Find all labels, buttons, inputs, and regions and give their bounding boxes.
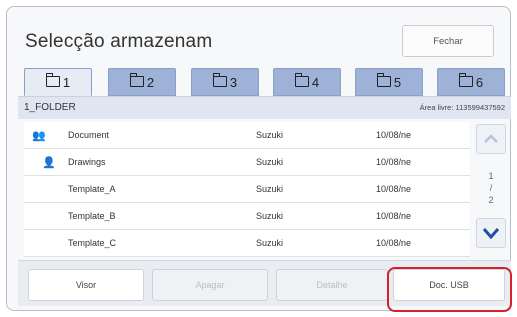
table-row[interactable]: Template_A Suzuki 10/08/ne bbox=[24, 176, 470, 203]
detail-button[interactable]: Detalhe bbox=[276, 269, 388, 301]
table-row[interactable]: Template_B Suzuki 10/08/ne bbox=[24, 203, 470, 230]
folder-info-bar: 1_FOLDER Área livre: 113599437592 bbox=[18, 96, 511, 119]
view-button[interactable]: Visor bbox=[28, 269, 144, 301]
highlight-box bbox=[387, 267, 512, 312]
tab-folder-6[interactable]: 6 bbox=[437, 68, 505, 96]
tab-label: 5 bbox=[393, 74, 402, 90]
file-date: 10/08/ne bbox=[376, 238, 412, 248]
table-row[interactable]: 👥 Document Suzuki 10/08/ne bbox=[24, 122, 470, 149]
folder-icon bbox=[129, 72, 144, 87]
erase-button[interactable]: Apagar bbox=[152, 269, 268, 301]
folder-tabs: 1 2 3 4 5 6 bbox=[24, 68, 508, 96]
table-row[interactable]: 👤 Drawings Suzuki 10/08/ne bbox=[24, 149, 470, 176]
user-icon: 👤 bbox=[42, 157, 56, 169]
file-date: 10/08/ne bbox=[376, 157, 412, 167]
tab-folder-2[interactable]: 2 bbox=[108, 68, 176, 96]
file-owner: Suzuki bbox=[256, 184, 284, 194]
file-name: Template_A bbox=[68, 184, 116, 194]
close-button[interactable]: Fechar bbox=[402, 25, 494, 57]
page-separator: / bbox=[489, 183, 493, 193]
scroll-up-button[interactable] bbox=[476, 124, 506, 154]
file-owner: Suzuki bbox=[256, 157, 284, 167]
tab-folder-5[interactable]: 5 bbox=[355, 68, 423, 96]
tab-folder-1[interactable]: 1 bbox=[24, 68, 92, 96]
file-owner: Suzuki bbox=[256, 211, 284, 221]
tab-label: 6 bbox=[475, 74, 484, 90]
table-row[interactable]: Template_C Suzuki 10/08/ne bbox=[24, 230, 470, 257]
chevron-down-icon bbox=[482, 228, 500, 239]
group-icon: 👥 bbox=[32, 130, 46, 142]
file-date: 10/08/ne bbox=[376, 130, 412, 140]
file-date: 10/08/ne bbox=[376, 211, 412, 221]
folder-icon bbox=[376, 72, 391, 87]
file-owner: Suzuki bbox=[256, 130, 284, 140]
folder-icon bbox=[294, 72, 309, 87]
tab-folder-3[interactable]: 3 bbox=[191, 68, 259, 96]
file-name: Template_B bbox=[68, 211, 116, 221]
free-area-text: Área livre: 113599437592 bbox=[419, 103, 505, 112]
dialog-title: Selecção armazenam bbox=[25, 31, 213, 52]
file-list: 👥 Document Suzuki 10/08/ne 👤 Drawings Su… bbox=[24, 122, 470, 257]
chevron-up-icon bbox=[484, 134, 498, 143]
folder-icon bbox=[45, 72, 60, 87]
tab-label: 1 bbox=[62, 74, 71, 90]
file-name: Document bbox=[68, 130, 110, 140]
file-name: Drawings bbox=[68, 157, 106, 167]
tab-label: 4 bbox=[311, 74, 320, 90]
file-owner: Suzuki bbox=[256, 238, 284, 248]
tab-label: 3 bbox=[229, 74, 238, 90]
folder-icon bbox=[212, 72, 227, 87]
page-current: 1 bbox=[488, 171, 494, 181]
folder-icon bbox=[458, 72, 473, 87]
page-total: 2 bbox=[488, 195, 494, 205]
scroll-down-button[interactable] bbox=[476, 218, 506, 248]
list-scroll-controls: 1 / 2 bbox=[474, 122, 508, 252]
file-name: Template_C bbox=[68, 238, 117, 248]
page-indicator: 1 / 2 bbox=[474, 170, 508, 206]
folder-name: 1_FOLDER bbox=[24, 102, 76, 113]
file-date: 10/08/ne bbox=[376, 184, 412, 194]
tab-folder-4[interactable]: 4 bbox=[273, 68, 341, 96]
tab-label: 2 bbox=[146, 74, 155, 90]
